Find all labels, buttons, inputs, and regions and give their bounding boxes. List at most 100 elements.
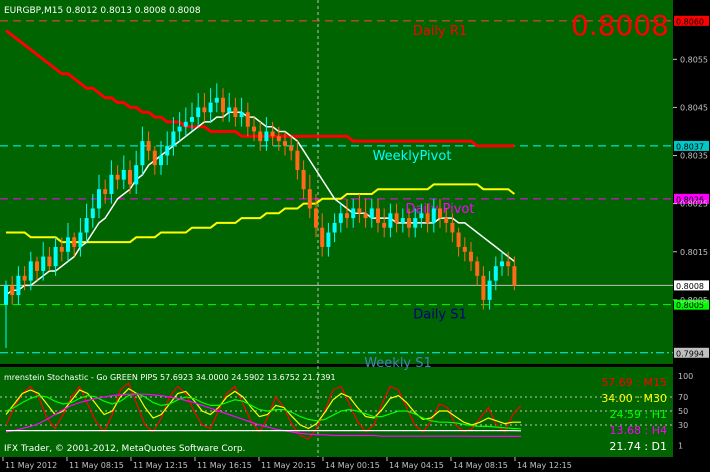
time-tick-label: 14 May 08:15 <box>453 461 508 470</box>
indicator-legend-item: 24.59 : H1 <box>610 408 667 421</box>
candle-body <box>376 208 380 223</box>
indicator-tick-label: 100 <box>678 372 693 381</box>
candle-body <box>202 107 207 113</box>
candle-body <box>270 131 275 137</box>
candle-body <box>53 246 58 267</box>
time-tick-label: 14 May 00:15 <box>325 461 380 470</box>
indicator-tick-label: 70 <box>678 393 688 402</box>
copyright-text: IFX Trader, © 2001-2012, MetaQuotes Soft… <box>4 444 245 454</box>
candle-body <box>394 213 399 223</box>
candle-body <box>307 189 312 209</box>
candle-body <box>152 150 157 166</box>
candle-body <box>84 218 89 233</box>
candle-body <box>97 189 101 209</box>
candle-body <box>283 141 287 146</box>
candle-body <box>264 131 269 142</box>
indicator-legend: 57.69 : M15 34.00 : M30 24.59 : H1 13.68 : … <box>601 376 667 453</box>
candle-body <box>196 107 201 118</box>
candle-body <box>41 256 46 271</box>
candle-body <box>506 261 511 267</box>
candle-body <box>10 285 15 296</box>
candle-body <box>134 165 139 185</box>
candle-body <box>462 246 467 252</box>
candle-body <box>16 275 21 296</box>
big-price-display: 0.8008 <box>571 9 669 42</box>
candle-body <box>388 213 393 228</box>
trading-chart: Daily R1WeeklyPivotDaily PivotDaily S1We… <box>0 0 710 472</box>
price-tick-label: 0.8045 <box>680 103 708 112</box>
candle-body <box>159 155 163 166</box>
candle-body <box>369 208 374 219</box>
price-tick-label: 0.8025 <box>680 200 708 209</box>
candle-body <box>332 222 337 233</box>
price-tick-label: 0.8005 <box>680 296 708 305</box>
candle-body <box>320 227 325 247</box>
candle-body <box>338 213 343 223</box>
time-tick-label: 11 May 20:15 <box>261 461 316 470</box>
candle-body <box>221 97 225 113</box>
candle-body <box>47 256 52 267</box>
candle-body <box>66 237 70 252</box>
level-label: WeeklyPivot <box>373 149 452 164</box>
indicator-tick-label: 50 <box>678 407 688 416</box>
level-price-tag-text: 0.7994 <box>676 349 704 358</box>
level-price-tag-text: 0.8037 <box>676 142 704 151</box>
candle-body <box>295 150 300 170</box>
candle-body <box>345 213 349 219</box>
level-label: Weekly S1 <box>364 356 432 371</box>
indicator-legend-item: 13.68 : H4 <box>610 424 667 437</box>
time-tick-label: 14 May 12:15 <box>517 461 572 470</box>
time-tick-label: 11 May 12:15 <box>133 461 188 470</box>
candle-body <box>245 112 250 127</box>
time-tick-label: 14 May 04:15 <box>389 461 444 470</box>
time-tick-label: 11 May 08:15 <box>69 461 124 470</box>
current-price-tag-text: 0.8008 <box>676 282 704 291</box>
level-price-tag-text: 0.8060 <box>676 17 704 26</box>
main-plot-background <box>0 0 673 364</box>
candle-body <box>400 218 405 223</box>
candle-body <box>171 131 176 146</box>
candle-body <box>351 208 356 219</box>
candle-body <box>438 208 442 219</box>
candle-body <box>431 208 436 223</box>
candle-body <box>115 174 120 180</box>
level-label: Daily R1 <box>413 24 467 39</box>
candle-body <box>146 141 151 151</box>
candle-body <box>252 126 256 132</box>
time-tick-label: 11 May 2012 <box>5 461 57 470</box>
candle-body <box>475 261 480 276</box>
candle-body <box>22 275 27 281</box>
candle-body <box>72 237 77 247</box>
candle-body <box>314 208 318 228</box>
candle-body <box>456 232 461 247</box>
candle-body <box>121 169 126 180</box>
indicator-legend-item: 34.00 : M30 <box>601 392 667 405</box>
candle-body <box>233 107 238 118</box>
candle-body <box>382 222 387 228</box>
candle-body <box>59 246 64 252</box>
candle-body <box>165 145 170 156</box>
candle-body <box>258 131 263 142</box>
candle-body <box>363 213 368 219</box>
candle-body <box>469 251 473 262</box>
candle-body <box>239 112 244 118</box>
candle-body <box>78 232 83 247</box>
candle-body <box>4 285 8 305</box>
candle-body <box>28 261 33 281</box>
time-tick-label: 11 May 16:15 <box>197 461 252 470</box>
indicator-tick-label: 30 <box>678 421 688 430</box>
candle-body <box>500 261 504 267</box>
candle-body <box>450 222 455 233</box>
candle-body <box>190 117 194 122</box>
candle-body <box>183 121 188 127</box>
panel-separator <box>0 364 673 367</box>
candle-body <box>227 107 232 113</box>
candle-body <box>481 275 486 300</box>
price-tick-label: 0.8015 <box>680 248 708 257</box>
candle-body <box>444 218 449 223</box>
candle-body <box>493 266 498 281</box>
candle-body <box>214 97 219 103</box>
candle-body <box>140 141 145 166</box>
indicator-legend-item: 21.74 : D1 <box>609 440 667 453</box>
candle-body <box>90 208 95 219</box>
